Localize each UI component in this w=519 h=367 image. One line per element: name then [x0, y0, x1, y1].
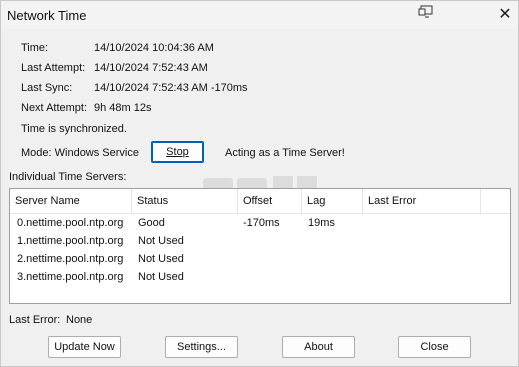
time-label: Time: — [21, 42, 49, 54]
next-attempt-label: Next Attempt: — [21, 102, 88, 114]
close-button[interactable]: Close — [398, 336, 471, 358]
about-button[interactable]: About — [282, 336, 355, 358]
time-server-message: Acting as a Time Server! — [225, 147, 345, 159]
stop-button[interactable]: Stop — [151, 141, 204, 163]
server-name-cell: 3.nettime.pool.ntp.org — [17, 271, 124, 283]
servers-list[interactable]: Server Name Status Offset Lag Last Error… — [9, 188, 511, 304]
server-status-cell: Not Used — [138, 253, 184, 265]
server-status-cell: Good — [138, 217, 165, 229]
close-icon[interactable]: ✕ — [493, 5, 517, 25]
sync-status-message: Time is synchronized. — [21, 123, 127, 135]
last-attempt-value: 14/10/2024 7:52:43 AM — [94, 62, 208, 74]
last-sync-value: 14/10/2024 7:52:43 AM -170ms — [94, 82, 248, 94]
mode-text: Mode: Windows Service — [21, 147, 139, 159]
servers-group-label: Individual Time Servers: — [9, 171, 127, 183]
column-header-lag[interactable]: Lag — [302, 189, 363, 213]
last-error-label: Last Error: — [9, 314, 61, 326]
close-label: Close — [420, 341, 449, 353]
server-name-cell: 1.nettime.pool.ntp.org — [17, 235, 124, 247]
time-value: 14/10/2024 10:04:36 AM — [94, 42, 214, 54]
window-title: Network Time — [7, 8, 87, 23]
column-header-offset[interactable]: Offset — [238, 189, 302, 213]
servers-list-header: Server Name Status Offset Lag Last Error — [10, 189, 510, 214]
column-header-status[interactable]: Status — [132, 189, 238, 213]
server-status-cell: Not Used — [138, 271, 184, 283]
next-attempt-value: 9h 48m 12s — [94, 102, 152, 114]
stop-button-label: Stop — [166, 146, 189, 158]
network-time-window: Network Time ✕ Time: 14/10/2024 10:04:36… — [0, 0, 519, 367]
last-error-value: None — [66, 314, 93, 326]
server-lag-cell: 19ms — [308, 217, 335, 229]
settings-button[interactable]: Settings... — [165, 336, 238, 358]
about-label: About — [304, 341, 333, 353]
title-bar[interactable]: Network Time ✕ — [1, 1, 518, 29]
settings-label: Settings... — [177, 341, 226, 353]
server-name-cell: 2.nettime.pool.ntp.org — [17, 253, 124, 265]
table-row[interactable]: 1.nettime.pool.ntp.org Not Used — [10, 232, 510, 250]
column-header-last-error[interactable]: Last Error — [363, 189, 481, 213]
table-row[interactable]: 0.nettime.pool.ntp.org Good -170ms 19ms — [10, 214, 510, 232]
last-sync-label: Last Sync: — [21, 82, 73, 94]
column-header-server-name[interactable]: Server Name — [10, 189, 132, 213]
update-now-button[interactable]: Update Now — [48, 336, 121, 358]
window-monitor-icon[interactable] — [414, 5, 438, 25]
table-row[interactable]: 3.nettime.pool.ntp.org Not Used — [10, 268, 510, 286]
server-offset-cell: -170ms — [243, 217, 280, 229]
table-row[interactable]: 2.nettime.pool.ntp.org Not Used — [10, 250, 510, 268]
server-name-cell: 0.nettime.pool.ntp.org — [17, 217, 124, 229]
update-now-label: Update Now — [54, 341, 115, 353]
server-status-cell: Not Used — [138, 235, 184, 247]
last-attempt-label: Last Attempt: — [21, 62, 86, 74]
